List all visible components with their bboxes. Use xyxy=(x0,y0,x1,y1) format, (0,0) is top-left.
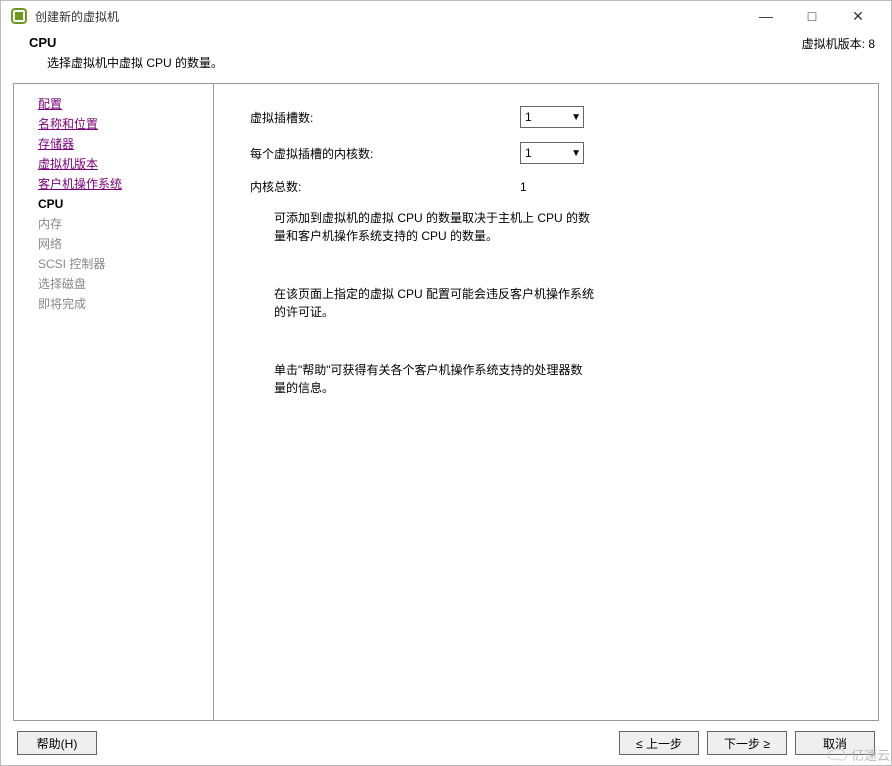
chevron-down-icon: ▼ xyxy=(571,148,581,159)
wizard-sidebar: 配置 名称和位置 存储器 虚拟机版本 客户机操作系统 CPU 内存 网络 SCS… xyxy=(14,84,214,720)
socket-count-value: 1 xyxy=(525,110,532,124)
close-button[interactable]: ✕ xyxy=(835,2,881,30)
sidebar-item-network: 网络 xyxy=(38,234,213,254)
cores-per-socket-dropdown[interactable]: 1 ▼ xyxy=(520,142,584,164)
page-title: CPU xyxy=(29,35,223,50)
titlebar: 创建新的虚拟机 — □ ✕ xyxy=(1,1,891,31)
cores-per-socket-label: 每个虚拟插槽的内核数: xyxy=(250,145,520,162)
sidebar-item-disk: 选择磁盘 xyxy=(38,274,213,294)
cores-per-socket-value: 1 xyxy=(525,146,532,160)
info-text-1: 可添加到虚拟机的虚拟 CPU 的数量取决于主机上 CPU 的数量和客户机操作系统… xyxy=(274,209,594,245)
sidebar-item-finish: 即将完成 xyxy=(38,294,213,314)
sidebar-item-config[interactable]: 配置 xyxy=(38,94,213,114)
sidebar-item-name-location[interactable]: 名称和位置 xyxy=(38,114,213,134)
footer: 帮助(H) ≤ 上一步 下一步 ≥ 取消 xyxy=(1,721,891,765)
sidebar-item-cpu: CPU xyxy=(38,194,213,214)
sidebar-item-guest-os[interactable]: 客户机操作系统 xyxy=(38,174,213,194)
socket-count-dropdown[interactable]: 1 ▼ xyxy=(520,106,584,128)
socket-count-label: 虚拟插槽数: xyxy=(250,109,520,126)
help-button[interactable]: 帮助(H) xyxy=(17,731,97,755)
content-pane: 虚拟插槽数: 1 ▼ 每个虚拟插槽的内核数: 1 ▼ xyxy=(214,84,878,720)
cancel-button[interactable]: 取消 xyxy=(795,731,875,755)
info-text-3: 单击"帮助"可获得有关各个客户机操作系统支持的处理器数量的信息。 xyxy=(274,361,594,397)
sidebar-item-memory: 内存 xyxy=(38,214,213,234)
minimize-button[interactable]: — xyxy=(743,2,789,30)
vm-version-label: 虚拟机版本: 8 xyxy=(802,35,875,52)
next-button[interactable]: 下一步 ≥ xyxy=(707,731,787,755)
info-text-2: 在该页面上指定的虚拟 CPU 配置可能会违反客户机操作系统的许可证。 xyxy=(274,285,594,321)
back-button[interactable]: ≤ 上一步 xyxy=(619,731,699,755)
app-icon xyxy=(11,8,27,24)
page-subtitle: 选择虚拟机中虚拟 CPU 的数量。 xyxy=(47,54,223,71)
sidebar-item-storage[interactable]: 存储器 xyxy=(38,134,213,154)
total-cores-label: 内核总数: xyxy=(250,178,520,195)
sidebar-item-scsi: SCSI 控制器 xyxy=(38,254,213,274)
sidebar-item-vm-version[interactable]: 虚拟机版本 xyxy=(38,154,213,174)
create-vm-window: 创建新的虚拟机 — □ ✕ CPU 选择虚拟机中虚拟 CPU 的数量。 虚拟机版… xyxy=(0,0,892,766)
chevron-down-icon: ▼ xyxy=(571,112,581,123)
dialog-header: CPU 选择虚拟机中虚拟 CPU 的数量。 虚拟机版本: 8 xyxy=(1,31,891,83)
maximize-button[interactable]: □ xyxy=(789,2,835,30)
window-title: 创建新的虚拟机 xyxy=(35,8,743,25)
total-cores-value: 1 xyxy=(520,180,527,194)
